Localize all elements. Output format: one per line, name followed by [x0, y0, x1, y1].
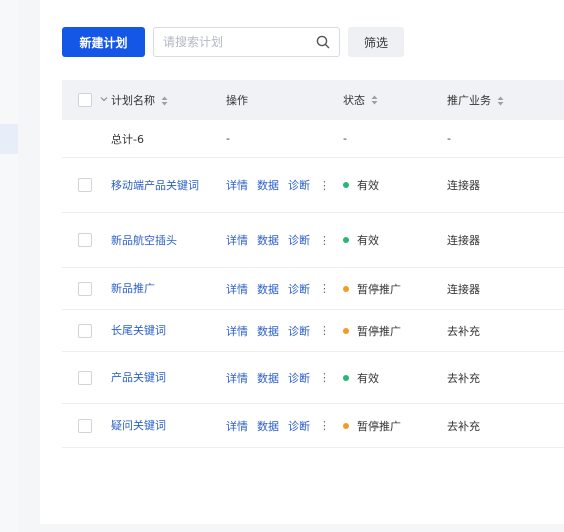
- plan-name-link[interactable]: 新品推广: [111, 282, 155, 295]
- sort-icon[interactable]: [161, 96, 168, 106]
- data-link[interactable]: 数据: [257, 370, 279, 386]
- chevron-down-icon[interactable]: [100, 95, 108, 105]
- total-business: -: [447, 132, 451, 145]
- more-options-icon[interactable]: ⋮: [319, 419, 330, 432]
- select-all-checkbox[interactable]: [78, 93, 92, 107]
- status-text: 有效: [357, 234, 379, 247]
- data-link[interactable]: 数据: [257, 281, 279, 297]
- table-row: 长尾关键词 详情 数据 诊断 ⋮ 暂停推广 去补充: [62, 310, 564, 352]
- diagnose-link[interactable]: 诊断: [288, 232, 310, 248]
- diagnose-link[interactable]: 诊断: [288, 418, 310, 434]
- status-dot: [343, 422, 349, 429]
- more-options-icon[interactable]: ⋮: [319, 179, 330, 192]
- row-actions: 详情 数据 诊断 ⋮: [226, 370, 343, 386]
- row-checkbox[interactable]: [78, 323, 92, 338]
- data-link[interactable]: 数据: [257, 418, 279, 434]
- status-dot: [343, 285, 349, 292]
- status-dot: [343, 327, 349, 334]
- data-link[interactable]: 数据: [257, 177, 279, 193]
- status-text: 暂停推广: [357, 324, 401, 338]
- diagnose-link[interactable]: 诊断: [288, 370, 310, 386]
- new-plan-button[interactable]: 新建计划: [62, 27, 145, 57]
- main-panel: 新建计划 筛选 计划名称 操作 状态 推广业务: [40, 0, 564, 524]
- status-dot: [343, 237, 349, 243]
- detail-link[interactable]: 详情: [226, 281, 248, 297]
- sidebar-active-item[interactable]: [0, 124, 18, 154]
- table-row: 新品航空插头 详情 数据 诊断 ⋮ 有效 连接器: [62, 213, 564, 268]
- search-box: [153, 27, 340, 57]
- business-cell: 去补充: [447, 324, 480, 338]
- plan-name-link[interactable]: 长尾关键词: [111, 324, 166, 337]
- table-row: 疑问关键词 详情 数据 诊断 ⋮ 暂停推广 去补充: [62, 404, 564, 448]
- row-actions: 详情 数据 诊断 ⋮: [226, 418, 343, 434]
- toolbar: 新建计划 筛选: [62, 27, 404, 57]
- status-text: 暂停推广: [357, 282, 401, 296]
- plan-name-link[interactable]: 疑问关键词: [111, 419, 166, 432]
- row-checkbox[interactable]: [78, 418, 92, 433]
- row-actions: 详情 数据 诊断 ⋮: [226, 177, 343, 193]
- status-text: 有效: [357, 179, 379, 192]
- more-options-icon[interactable]: ⋮: [319, 234, 330, 247]
- row-checkbox[interactable]: [78, 233, 92, 247]
- search-input[interactable]: [163, 35, 316, 49]
- total-label: 总计-6: [111, 132, 144, 146]
- business-cell: 连接器: [447, 282, 480, 296]
- business-cell: 去补充: [447, 419, 480, 433]
- data-link[interactable]: 数据: [257, 323, 279, 339]
- row-actions: 详情 数据 诊断 ⋮: [226, 323, 343, 339]
- more-options-icon[interactable]: ⋮: [319, 324, 330, 337]
- detail-link[interactable]: 详情: [226, 232, 248, 248]
- business-cell: 连接器: [447, 234, 480, 247]
- row-actions: 详情 数据 诊断 ⋮: [226, 281, 343, 297]
- status-text: 暂停推广: [357, 419, 401, 433]
- detail-link[interactable]: 详情: [226, 323, 248, 339]
- plan-name-link[interactable]: 产品关键词: [111, 371, 166, 384]
- plan-table: 计划名称 操作 状态 推广业务 总计-6 - - - 移动端产品关键词 详情 数据诊…: [62, 80, 564, 448]
- sort-icon[interactable]: [497, 96, 504, 106]
- row-checkbox[interactable]: [78, 370, 92, 385]
- status-text: 有效: [357, 371, 379, 385]
- table-row: 新品推广 详情 数据 诊断 ⋮ 暂停推广 连接器: [62, 268, 564, 310]
- row-actions: 详情 数据 诊断 ⋮: [226, 232, 343, 248]
- plan-name-link[interactable]: 新品航空插头: [111, 234, 177, 247]
- total-status: -: [343, 132, 347, 145]
- more-options-icon[interactable]: ⋮: [319, 282, 330, 295]
- table-row: 移动端产品关键词 详情 数据 诊断 ⋮ 有效 连接器: [62, 158, 564, 213]
- total-row: 总计-6 - - -: [62, 120, 564, 158]
- filter-button[interactable]: 筛选: [348, 27, 404, 57]
- diagnose-link[interactable]: 诊断: [288, 323, 310, 339]
- column-header-actions: 操作: [226, 94, 248, 107]
- table-header: 计划名称 操作 状态 推广业务: [62, 80, 564, 120]
- more-options-icon[interactable]: ⋮: [319, 371, 330, 384]
- status-dot: [343, 374, 349, 381]
- diagnose-link[interactable]: 诊断: [288, 281, 310, 297]
- search-icon[interactable]: [316, 35, 330, 49]
- left-sidebar: [0, 0, 18, 532]
- business-cell: 去补充: [447, 371, 480, 385]
- plan-name-link[interactable]: 移动端产品关键词: [111, 179, 199, 192]
- detail-link[interactable]: 详情: [226, 177, 248, 193]
- data-link[interactable]: 数据: [257, 232, 279, 248]
- column-header-business[interactable]: 推广业务: [447, 92, 564, 108]
- row-checkbox[interactable]: [78, 281, 92, 296]
- detail-link[interactable]: 详情: [226, 370, 248, 386]
- status-dot: [343, 182, 349, 188]
- diagnose-link[interactable]: 诊断: [288, 177, 310, 193]
- row-checkbox[interactable]: [78, 178, 92, 192]
- sort-icon[interactable]: [371, 95, 378, 105]
- table-row: 产品关键词 详情 数据 诊断 ⋮ 有效 去补充: [62, 352, 564, 404]
- business-cell: 连接器: [447, 179, 480, 192]
- total-actions: -: [226, 132, 230, 145]
- column-header-status[interactable]: 状态: [343, 92, 447, 108]
- detail-link[interactable]: 详情: [226, 418, 248, 434]
- column-header-name[interactable]: 计划名称: [111, 92, 226, 108]
